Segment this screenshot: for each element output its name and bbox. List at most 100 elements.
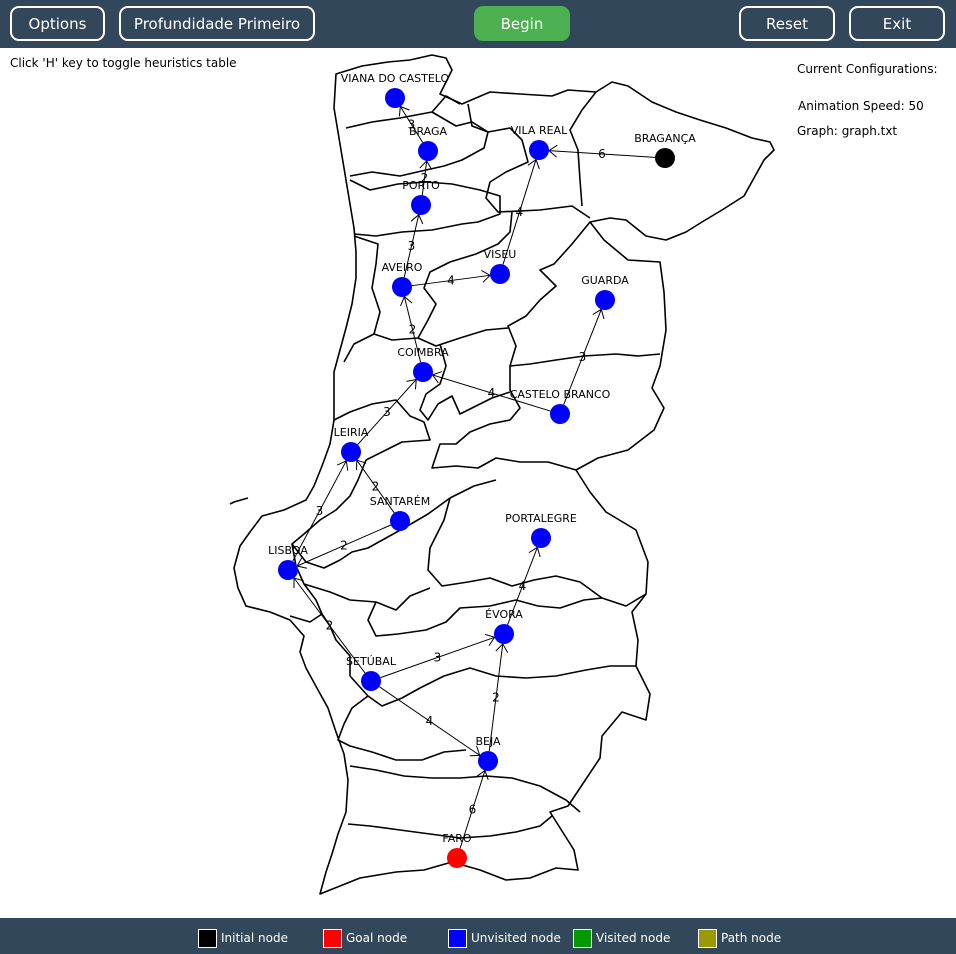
reset-button[interactable]: Reset xyxy=(739,6,835,41)
legend-label-goal: Goal node xyxy=(346,931,408,945)
edge-weight: 2 xyxy=(492,691,500,705)
edge-weight: 6 xyxy=(469,803,477,817)
graph-file-readout: Graph: graph.txt xyxy=(797,124,897,138)
graph-node-vilareal[interactable]: VILA REAL xyxy=(511,124,568,160)
graph-node-guarda[interactable]: GUARDA xyxy=(581,274,629,310)
node-circle[interactable] xyxy=(655,148,675,168)
begin-button[interactable]: Begin xyxy=(474,6,570,41)
algorithm-button[interactable]: Profundidade Primeiro xyxy=(119,6,315,41)
graph-edge: 6 xyxy=(548,144,656,161)
node-label: BRAGA xyxy=(409,125,448,138)
graph-node-setubal[interactable]: SETÚBAL xyxy=(346,655,397,691)
legend-item-visited: Visited node xyxy=(573,927,670,949)
graph-node-faro[interactable]: FARO xyxy=(442,832,472,868)
edge-weight: 4 xyxy=(488,386,496,400)
node-label: SANTARÉM xyxy=(370,495,430,508)
edge-weight: 4 xyxy=(426,714,434,728)
edge-weight: 3 xyxy=(579,350,587,364)
config-title: Current Configurations: xyxy=(797,62,938,76)
node-label: VILA REAL xyxy=(511,124,568,137)
node-label: LEIRIA xyxy=(334,426,369,439)
node-label: COIMBRA xyxy=(397,346,449,359)
graph-node-castelobranco[interactable]: CASTELO BRANCO xyxy=(510,388,611,424)
node-label: GUARDA xyxy=(581,274,629,287)
legend-swatch-initial xyxy=(198,928,217,948)
graph-node-braganca[interactable]: BRAGANÇA xyxy=(634,132,696,168)
graph-node-porto[interactable]: PORTO xyxy=(402,179,440,215)
legend-label-path: Path node xyxy=(721,931,782,945)
edge-weight: 3 xyxy=(316,504,324,518)
edge-weight: 2 xyxy=(340,539,348,553)
node-label: LISBOA xyxy=(268,544,308,557)
node-label: PORTALEGRE xyxy=(505,512,577,525)
graph-file-value: graph.txt xyxy=(841,124,898,138)
node-label: FARO xyxy=(442,832,471,845)
portugal-map-outline xyxy=(229,54,775,895)
graph-edge: 4 xyxy=(411,269,491,288)
graph-node-coimbra[interactable]: COIMBRA xyxy=(397,346,449,382)
edge-weight: 4 xyxy=(447,274,455,288)
legend-item-initial: Initial node xyxy=(198,927,288,949)
node-circle[interactable] xyxy=(595,290,615,310)
edge-weight: 2 xyxy=(409,323,417,337)
graph-file-label: Graph: xyxy=(797,124,838,138)
graph-node-portalegre[interactable]: PORTALEGRE xyxy=(505,512,577,548)
node-circle[interactable] xyxy=(529,140,549,160)
legend-item-goal: Goal node xyxy=(323,927,407,949)
node-circle[interactable] xyxy=(447,848,467,868)
edge-weight: 2 xyxy=(372,480,380,494)
animation-speed-value: 50 xyxy=(908,99,924,113)
legend-label-initial: Initial node xyxy=(221,931,288,945)
graph-node-viana[interactable]: VIANA DO CASTELO xyxy=(341,72,450,108)
graph-node-santarem[interactable]: SANTARÉM xyxy=(370,495,430,531)
heuristics-hint: Click 'H' key to toggle heuristics table xyxy=(10,56,237,70)
legend-item-unvisited: Unvisited node xyxy=(448,927,561,949)
node-label: AVEIRO xyxy=(382,261,423,274)
node-label: VISEU xyxy=(484,248,517,261)
node-circle[interactable] xyxy=(411,195,431,215)
node-circle[interactable] xyxy=(550,404,570,424)
legend-label-unvisited: Unvisited node xyxy=(471,931,561,945)
node-circle[interactable] xyxy=(494,624,514,644)
animation-speed-readout: Animation Speed: 50 xyxy=(798,99,924,113)
node-label: PORTO xyxy=(402,179,440,192)
node-label: VIANA DO CASTELO xyxy=(341,72,450,85)
edge-weight: 4 xyxy=(516,205,524,219)
node-circle[interactable] xyxy=(478,751,498,771)
legend-swatch-goal xyxy=(323,928,342,948)
edge-weight: 2 xyxy=(326,619,334,633)
graph-node-viseu[interactable]: VISEU xyxy=(484,248,517,284)
node-circle[interactable] xyxy=(341,442,361,462)
exit-button[interactable]: Exit xyxy=(849,6,945,41)
animation-speed-label: Animation Speed: xyxy=(798,99,905,113)
node-label: SETÚBAL xyxy=(346,655,397,668)
edge-weight: 3 xyxy=(383,405,391,419)
graph-node-aveiro[interactable]: AVEIRO xyxy=(382,261,423,297)
graph-node-lisboa[interactable]: LISBOA xyxy=(268,544,308,580)
edge-weight: 4 xyxy=(519,579,527,593)
edge-arrowhead xyxy=(337,460,349,471)
node-circle[interactable] xyxy=(392,277,412,297)
graph-edge: 3 xyxy=(380,633,496,679)
map-canvas[interactable]: 3264342343232243246 VIANA DO CASTELOBRAG… xyxy=(0,48,956,918)
legend-label-visited: Visited node xyxy=(596,931,671,945)
node-label: BRAGANÇA xyxy=(634,132,696,145)
node-label: ÉVORA xyxy=(485,608,523,621)
legend-swatch-unvisited xyxy=(448,928,467,948)
node-circle[interactable] xyxy=(413,362,433,382)
node-label: CASTELO BRANCO xyxy=(510,388,611,401)
legend-swatch-path xyxy=(698,928,717,948)
node-circle[interactable] xyxy=(418,141,438,161)
options-button[interactable]: Options xyxy=(10,6,105,41)
node-circle[interactable] xyxy=(278,560,298,580)
legend-item-path: Path node xyxy=(698,927,781,949)
node-circle[interactable] xyxy=(385,88,405,108)
node-circle[interactable] xyxy=(390,511,410,531)
graph-node-leiria[interactable]: LEIRIA xyxy=(334,426,369,462)
node-circle[interactable] xyxy=(531,528,551,548)
edge-weight: 6 xyxy=(598,147,606,161)
node-circle[interactable] xyxy=(490,264,510,284)
graph-node-braga[interactable]: BRAGA xyxy=(409,125,448,161)
node-circle[interactable] xyxy=(361,671,381,691)
graph-edges: 3264342343232243246 xyxy=(292,105,656,849)
